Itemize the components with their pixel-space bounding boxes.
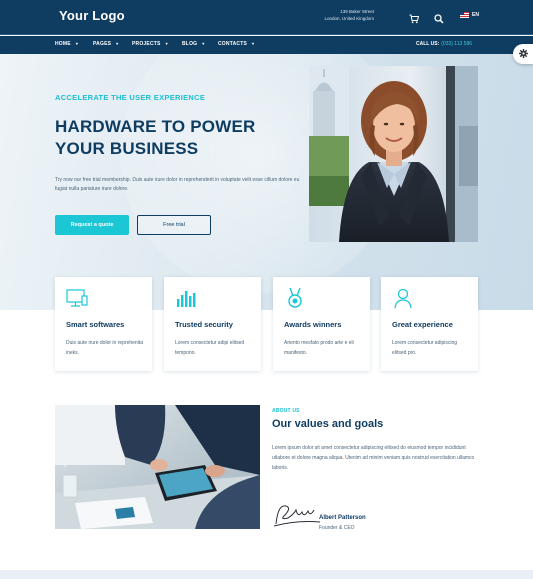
site-logo[interactable]: Your Logo [59, 8, 125, 23]
address-block: 139 Baker Street London, United Kingdom [300, 8, 374, 22]
top-header: Your Logo 139 Baker Street London, Unite… [0, 0, 533, 35]
nav-projects[interactable]: PROJECTS ▾ [132, 41, 168, 47]
feature-title: Great experience [392, 320, 453, 329]
nav-blog-label: BLOG [182, 41, 198, 47]
nav-contacts[interactable]: CONTACTS ▾ [218, 41, 254, 47]
chevron-down-icon: ▾ [165, 41, 168, 46]
nav-home-label: HOME [55, 41, 71, 47]
nav-pages[interactable]: PAGES ▾ [93, 41, 118, 47]
monitor-icon [66, 289, 88, 307]
feature-description: Lorem consectetur adipi elitsed tempono. [175, 340, 245, 356]
chevron-down-icon: ▾ [116, 41, 119, 46]
signature-role: Founder & CEO [319, 525, 355, 531]
chevron-down-icon: ▾ [202, 41, 205, 46]
us-flag-icon [460, 12, 469, 18]
nav-home[interactable]: HOME ▾ [55, 41, 78, 47]
nav-pages-label: PAGES [93, 41, 112, 47]
language-selector[interactable]: EN [460, 12, 479, 18]
about-description: Lorem ipsum dolor sit amet consectetur a… [272, 445, 475, 471]
signature-name: Albert Patterson [319, 515, 366, 521]
call-us[interactable]: CALL US: (033) 113 586 [416, 41, 472, 47]
cart-icon[interactable] [409, 11, 420, 24]
settings-tab[interactable] [513, 44, 533, 64]
nav-blog[interactable]: BLOG ▾ [182, 41, 204, 47]
hero-title: HARDWARE TO POWER YOUR BUSINESS [55, 116, 305, 160]
feature-title: Awards winners [284, 320, 342, 329]
about-title: Our values and goals [272, 418, 384, 430]
feature-card-awards-winners[interactable]: Awards winners Ariento mesfato prodo art… [273, 277, 370, 371]
signature-image [273, 505, 321, 527]
chevron-down-icon: ▾ [252, 41, 255, 46]
search-icon[interactable] [434, 11, 444, 24]
hero-description: Try now our free trial membership. Duis … [55, 177, 300, 192]
main-nav: HOME ▾ PAGES ▾ PROJECTS ▾ BLOG ▾ CONTACTS ▾ C… [0, 36, 533, 54]
feature-description: Lorem consectetur adipiscing elitsed pro… [392, 340, 458, 356]
nav-projects-label: PROJECTS [132, 41, 161, 47]
award-medal-icon [288, 287, 302, 308]
request-quote-button[interactable]: Request a quote [55, 215, 129, 235]
bar-chart-icon [177, 291, 196, 307]
hero-photo [309, 66, 478, 242]
about-photo [55, 405, 260, 529]
next-section-edge [0, 570, 533, 579]
gear-icon [519, 49, 528, 58]
about-eyebrow: ABOUT US [272, 408, 300, 414]
hero-title-line-1: HARDWARE TO POWER [55, 117, 256, 136]
nav-contacts-label: CONTACTS [218, 41, 248, 47]
feature-title: Trusted security [175, 320, 233, 329]
language-label: EN [472, 12, 479, 18]
user-icon [394, 288, 412, 309]
feature-card-smart-softwares[interactable]: Smart softwares Duis aute irure dolor in… [55, 277, 152, 371]
feature-description: Ariento mesfato prodo arte e eli manifes… [284, 340, 354, 356]
chevron-down-icon: ▾ [75, 41, 79, 46]
slider-prev-icon[interactable]: ‹ [64, 461, 67, 470]
feature-card-trusted-security[interactable]: Trusted security Lorem consectetur adipi… [164, 277, 261, 371]
feature-title: Smart softwares [66, 320, 125, 329]
call-us-label: CALL US: [416, 41, 440, 47]
hero-title-line-2: YOUR BUSINESS [55, 139, 199, 158]
address-line-2: London, United Kingdom [324, 16, 374, 21]
free-trial-button[interactable]: Free trial [137, 215, 211, 235]
phone-number: (033) 113 586 [441, 41, 473, 47]
address-line-1: 139 Baker Street [340, 9, 374, 14]
feature-description: Duis aute irure dolor in reprehenita ine… [66, 340, 143, 356]
feature-card-great-experience[interactable]: Great experience Lorem consectetur adipi… [381, 277, 478, 371]
hero-eyebrow: ACCELERATE THE USER EXPERIENCE [55, 93, 206, 102]
